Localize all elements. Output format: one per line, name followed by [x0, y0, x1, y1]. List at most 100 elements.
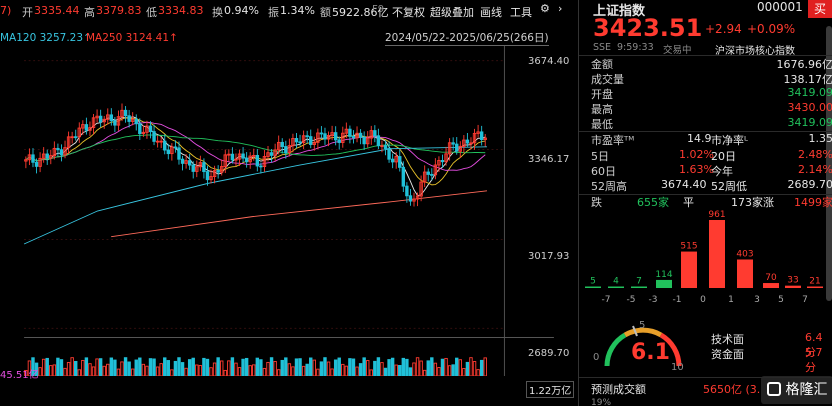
candle-body: [205, 171, 210, 181]
distribution-tick: 0: [700, 295, 706, 305]
candle-body: [479, 131, 484, 141]
volume-bar: [163, 357, 167, 376]
52w-row: 52周高 3674.40 52周低 2689.70: [587, 178, 832, 193]
gauge-min: 0: [593, 352, 600, 363]
volume-bar: [195, 364, 199, 376]
candle-body: [383, 145, 388, 149]
candle-body: [163, 140, 167, 151]
fund-label: 资金面: [711, 348, 744, 361]
trade-status: 交易中: [663, 45, 692, 56]
volume-bar: [390, 357, 395, 376]
volume-bar: [141, 363, 146, 376]
date-range[interactable]: 2024/05/22-2025/06/25(266日): [385, 30, 549, 46]
candle-body: [109, 114, 114, 122]
quote-topbar: 7) 开 3335.44 高 3379.83 低 3334.83 换 0.94%…: [0, 0, 578, 20]
stat-label: 成交量: [591, 73, 624, 86]
gauge-max: 10: [671, 362, 684, 373]
candle-body: [398, 156, 402, 168]
volume-bar: [74, 360, 78, 376]
distribution-bar: [608, 286, 624, 288]
d60-label: 60日: [591, 165, 616, 178]
candle-body: [390, 158, 395, 163]
d5-value: 1.02%: [679, 148, 714, 161]
tools-button[interactable]: 工具: [510, 4, 532, 20]
volume-bar: [56, 357, 60, 376]
volume-bar: [419, 360, 423, 376]
volume-bar: [440, 358, 445, 376]
distribution-tick: 5: [778, 295, 784, 305]
distribution-bar: [785, 285, 801, 288]
volume-bar: [483, 357, 487, 376]
volume-bar: [205, 358, 210, 376]
distribution-bar: [631, 286, 647, 288]
volume-bar: [351, 358, 356, 376]
volume-bar: [138, 357, 142, 376]
no-adjust-button[interactable]: 不复权: [392, 4, 425, 20]
candlestick-chart[interactable]: [0, 46, 578, 376]
volume-bar: [280, 359, 284, 376]
candle-body: [59, 149, 64, 156]
volume-bar: [426, 360, 430, 376]
distribution-count: 961: [708, 210, 725, 220]
candle-body: [469, 142, 473, 145]
candle-body: [451, 142, 455, 145]
volume-bar: [266, 361, 270, 376]
volume-bar: [127, 361, 131, 376]
l52-label: 52周低: [711, 180, 747, 193]
candle-body: [123, 109, 128, 117]
candle-body: [358, 132, 363, 138]
volume-bar: [130, 368, 135, 376]
candle-body: [127, 115, 131, 122]
overlay-button[interactable]: 超级叠加: [430, 4, 474, 20]
stat-value: 3430.00: [787, 101, 832, 114]
volume-bar: [177, 357, 181, 376]
buy-button[interactable]: 买: [808, 0, 832, 18]
volume-bar: [380, 362, 384, 376]
volume-bar: [262, 367, 267, 376]
rise-fall-distribution[interactable]: 5 4 7 114 515 961 403 70 33 21 -7 -5 -3 -1 0 1 3 5 7: [579, 208, 832, 318]
distribution-tick: -3: [649, 295, 658, 305]
pe-value: 14.9: [687, 132, 712, 145]
volume-bar: [198, 365, 203, 376]
f9-button[interactable]: F9: [372, 4, 384, 15]
volume-bar: [98, 358, 103, 376]
stat-row: 金额 1676.96亿: [587, 56, 832, 71]
stat-label: 最高: [591, 103, 613, 116]
distribution-count: 70: [765, 273, 777, 283]
volume-bar: [341, 363, 345, 376]
volume-bar: [216, 357, 220, 376]
candle-body: [187, 160, 192, 166]
distribution-bar: [656, 279, 672, 288]
candle-body: [177, 147, 181, 160]
candle-body: [252, 154, 256, 157]
grid: [24, 46, 554, 376]
distribution-bar: [585, 286, 601, 288]
volume-bar: [255, 357, 260, 376]
candle-body: [387, 148, 391, 160]
high-label: 高: [84, 6, 95, 19]
candle-body: [465, 139, 470, 144]
candle-body: [173, 146, 178, 149]
candle-body: [159, 140, 163, 143]
candle-body: [376, 135, 381, 147]
candle-body: [362, 136, 366, 145]
candle-body: [455, 143, 459, 152]
d5-d20-row: 5日 1.02% 20日 2.48%: [587, 148, 832, 163]
candle-body: [45, 153, 49, 159]
stat-label: 最低: [591, 118, 613, 131]
volume-bar: [220, 360, 224, 376]
candle-body: [351, 135, 356, 139]
volume-bar: [91, 366, 96, 376]
low-label: 低: [146, 6, 157, 19]
candle-body: [180, 158, 185, 164]
forward-icon[interactable]: ›: [558, 2, 562, 15]
candle-body: [84, 124, 89, 131]
volume-bar: [312, 359, 317, 376]
distribution-tick: 3: [754, 295, 760, 305]
draw-button[interactable]: 画线: [480, 4, 502, 20]
candle-body: [234, 158, 238, 161]
volume-bar: [415, 357, 420, 376]
settings-icon[interactable]: ⚙: [540, 2, 550, 15]
y-label-3: 3017.93: [528, 251, 570, 262]
volume-bar: [479, 359, 484, 376]
